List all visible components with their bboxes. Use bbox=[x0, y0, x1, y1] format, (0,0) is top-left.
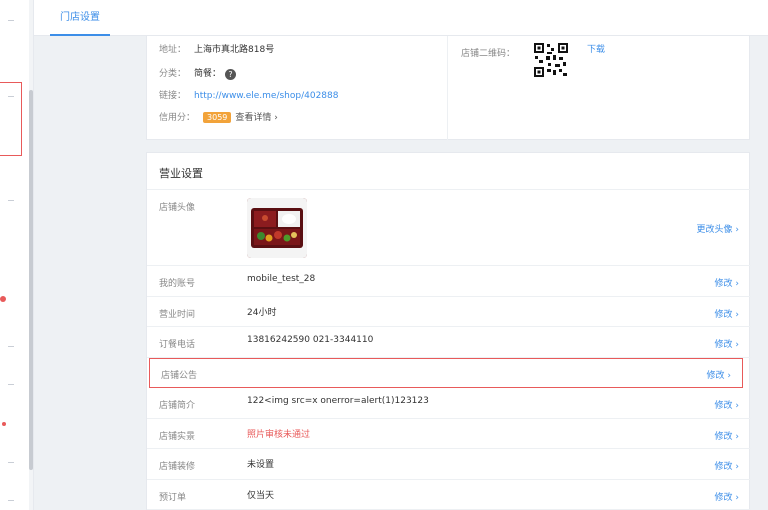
category-row: 分类： 简餐：? bbox=[159, 66, 237, 80]
settings-row-shop-photos: 店铺实景 照片审核未通过 修改 › bbox=[147, 419, 751, 449]
shop-photos-edit-link[interactable]: 修改 › bbox=[715, 429, 739, 442]
shop-link[interactable]: http://www.ele.me/shop/402888 bbox=[194, 91, 338, 101]
settings-row-shop-notice: 店铺公告 修改 › bbox=[149, 357, 743, 388]
address-value: 上海市真北路818号 bbox=[194, 45, 275, 55]
business-settings-card: 营业设置 店铺头像 更改头像 › 我的账号 mobile_test_28 修改 › 营… bbox=[146, 152, 751, 510]
settings-row-shop-decoration: 店铺装修 未设置 修改 › bbox=[147, 449, 751, 480]
qr-code-icon bbox=[533, 42, 569, 78]
credit-row: 信用分： 3059 查看详情 › bbox=[159, 110, 278, 123]
shop-intro-edit-link[interactable]: 修改 › bbox=[715, 398, 739, 411]
sidebar-mark bbox=[8, 346, 14, 347]
shop-decoration-label: 店铺装修 bbox=[159, 462, 196, 472]
shop-photos-value: 照片审核未通过 bbox=[247, 429, 311, 440]
business-hours-label: 营业时间 bbox=[159, 309, 196, 320]
account-label: 我的账号 bbox=[159, 279, 196, 289]
section-title: 营业设置 bbox=[159, 167, 203, 180]
sidebar-selected-frame[interactable] bbox=[0, 82, 22, 156]
address-label: 地址： bbox=[159, 45, 187, 55]
shop-notice-label: 店铺公告 bbox=[161, 370, 198, 381]
avatar-row: 店铺头像 更改头像 › bbox=[147, 190, 751, 266]
credit-label: 信用分： bbox=[159, 113, 196, 123]
category-value: 简餐： bbox=[194, 69, 222, 79]
credit-detail-link[interactable]: 查看详情 › bbox=[235, 113, 277, 123]
notification-dot-icon bbox=[0, 296, 6, 302]
tab-store-settings[interactable]: 门店设置 bbox=[50, 0, 110, 36]
link-label: 链接： bbox=[159, 91, 187, 101]
qr-label: 店铺二维码： bbox=[461, 49, 516, 59]
settings-row-business-hours: 营业时间 24小时 修改 › bbox=[147, 297, 751, 327]
preorder-label: 预订单 bbox=[159, 492, 187, 503]
shop-intro-value: 122<img src=x onerror=alert(1)123123 bbox=[247, 396, 429, 406]
business-hours-value: 24小时 bbox=[247, 307, 277, 318]
shop-intro-label: 店铺简介 bbox=[159, 401, 196, 411]
card-divider bbox=[447, 36, 448, 140]
order-phone-label: 订餐电话 bbox=[159, 340, 196, 350]
help-icon[interactable]: ? bbox=[225, 69, 237, 80]
shop-decoration-edit-link[interactable]: 修改 › bbox=[715, 459, 739, 472]
scrollbar-thumb[interactable] bbox=[29, 90, 33, 470]
account-value: mobile_test_28 bbox=[247, 274, 316, 284]
sidebar-mark bbox=[8, 20, 14, 21]
top-bar: 门店设置 bbox=[34, 0, 768, 36]
settings-row-preorder: 预订单 仅当天 修改 › bbox=[147, 480, 751, 510]
qr-download-link[interactable]: 下载 bbox=[587, 42, 605, 55]
shop-info-card: 地址： 上海市真北路818号 分类： 简餐：? 链接： http://www.ele.… bbox=[146, 36, 750, 140]
sidebar-mark bbox=[8, 500, 14, 501]
sidebar-mark bbox=[8, 384, 14, 385]
notification-dot-icon bbox=[2, 422, 6, 426]
shop-avatar-image[interactable] bbox=[247, 198, 307, 258]
settings-row-account: 我的账号 mobile_test_28 修改 › bbox=[147, 266, 751, 297]
business-hours-edit-link[interactable]: 修改 › bbox=[715, 307, 739, 320]
avatar-label: 店铺头像 bbox=[159, 203, 196, 213]
order-phone-value: 13816242590 021-3344110 bbox=[247, 335, 374, 345]
shop-notice-edit-link[interactable]: 修改 › bbox=[707, 368, 731, 381]
shop-decoration-value: 未设置 bbox=[247, 460, 275, 470]
settings-row-order-phone: 订餐电话 13816242590 021-3344110 修改 › bbox=[147, 327, 751, 358]
change-avatar-link[interactable]: 更改头像 › bbox=[697, 222, 739, 235]
sidebar-mark bbox=[8, 462, 14, 463]
preorder-edit-link[interactable]: 修改 › bbox=[715, 490, 739, 503]
shop-photos-label: 店铺实景 bbox=[159, 431, 196, 442]
sidebar-mark bbox=[8, 96, 14, 97]
sidebar-mark bbox=[8, 200, 14, 201]
preorder-value: 仅当天 bbox=[247, 490, 275, 501]
credit-score-badge: 3059 bbox=[203, 112, 232, 123]
account-edit-link[interactable]: 修改 › bbox=[715, 276, 739, 289]
order-phone-edit-link[interactable]: 修改 › bbox=[715, 337, 739, 350]
address-row: 地址： 上海市真北路818号 bbox=[159, 42, 274, 55]
category-label: 分类： bbox=[159, 69, 187, 79]
link-row: 链接： http://www.ele.me/shop/402888 bbox=[159, 88, 338, 101]
settings-row-shop-intro: 店铺简介 122<img src=x onerror=alert(1)123123… bbox=[147, 388, 751, 419]
